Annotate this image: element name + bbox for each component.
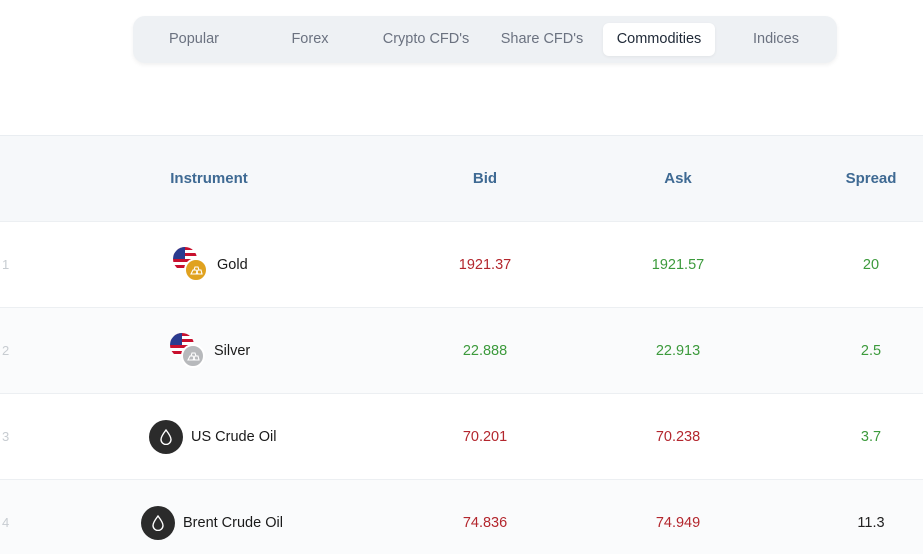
- ask-value: 70.238: [655, 429, 701, 445]
- header-spread: Spread: [845, 170, 897, 187]
- tab-crypto-cfds[interactable]: Crypto CFD's: [371, 23, 481, 56]
- oil-drop-icon: [141, 506, 175, 540]
- instrument-name: Brent Crude Oil: [183, 515, 283, 531]
- instrument-name: US Crude Oil: [191, 429, 277, 445]
- silver-bars-icon: [181, 344, 205, 368]
- ask-value: 1921.57: [651, 257, 705, 273]
- oil-drop-icon: [149, 420, 183, 454]
- instrument-cell: Brent Crude Oil: [141, 480, 283, 554]
- market-tabs: Popular Forex Crypto CFD's Share CFD's C…: [133, 16, 837, 63]
- tab-share-cfds[interactable]: Share CFD's: [487, 23, 597, 56]
- row-number: 3: [2, 429, 10, 444]
- table-row[interactable]: 1 Gold 1921.37 1921.57 20: [0, 221, 923, 307]
- silver-bars-icon: [170, 333, 206, 369]
- instrument-name: Gold: [217, 257, 248, 273]
- spread-value: 20: [862, 257, 880, 273]
- ask-value: 22.913: [655, 343, 701, 359]
- bid-value: 74.836: [462, 515, 508, 531]
- bid-value: 1921.37: [458, 257, 512, 273]
- tab-popular[interactable]: Popular: [139, 23, 249, 56]
- bid-value: 22.888: [462, 343, 508, 359]
- ask-value: 74.949: [655, 515, 701, 531]
- table-header: Instrument Bid Ask Spread: [0, 135, 923, 221]
- header-instrument: Instrument: [170, 170, 248, 187]
- tab-indices[interactable]: Indices: [721, 23, 831, 56]
- gold-bars-icon: [173, 247, 209, 283]
- table-row[interactable]: 2 Silver 22.888 22.913 2.5: [0, 307, 923, 393]
- prices-table: Instrument Bid Ask Spread 1 Gold 1921.37…: [0, 135, 923, 554]
- table-row[interactable]: 4 Brent Crude Oil 74.836 74.949 11.3: [0, 479, 923, 554]
- instrument-name: Silver: [214, 343, 251, 359]
- instrument-cell: US Crude Oil: [149, 394, 276, 480]
- row-number: 2: [2, 343, 10, 358]
- bid-value: 70.201: [462, 429, 508, 445]
- row-number: 4: [2, 515, 10, 530]
- instrument-cell: Gold: [173, 222, 248, 308]
- instrument-cell: Silver: [170, 308, 250, 394]
- header-ask: Ask: [664, 170, 692, 187]
- spread-value: 2.5: [860, 343, 882, 359]
- tab-forex[interactable]: Forex: [255, 23, 365, 56]
- table-row[interactable]: 3 US Crude Oil 70.201 70.238 3.7: [0, 393, 923, 479]
- tab-commodities[interactable]: Commodities: [603, 23, 715, 56]
- gold-bars-icon: [184, 258, 208, 282]
- spread-value: 11.3: [857, 515, 885, 531]
- row-number: 1: [2, 257, 10, 272]
- spread-value: 3.7: [860, 429, 882, 445]
- header-bid: Bid: [472, 170, 498, 187]
